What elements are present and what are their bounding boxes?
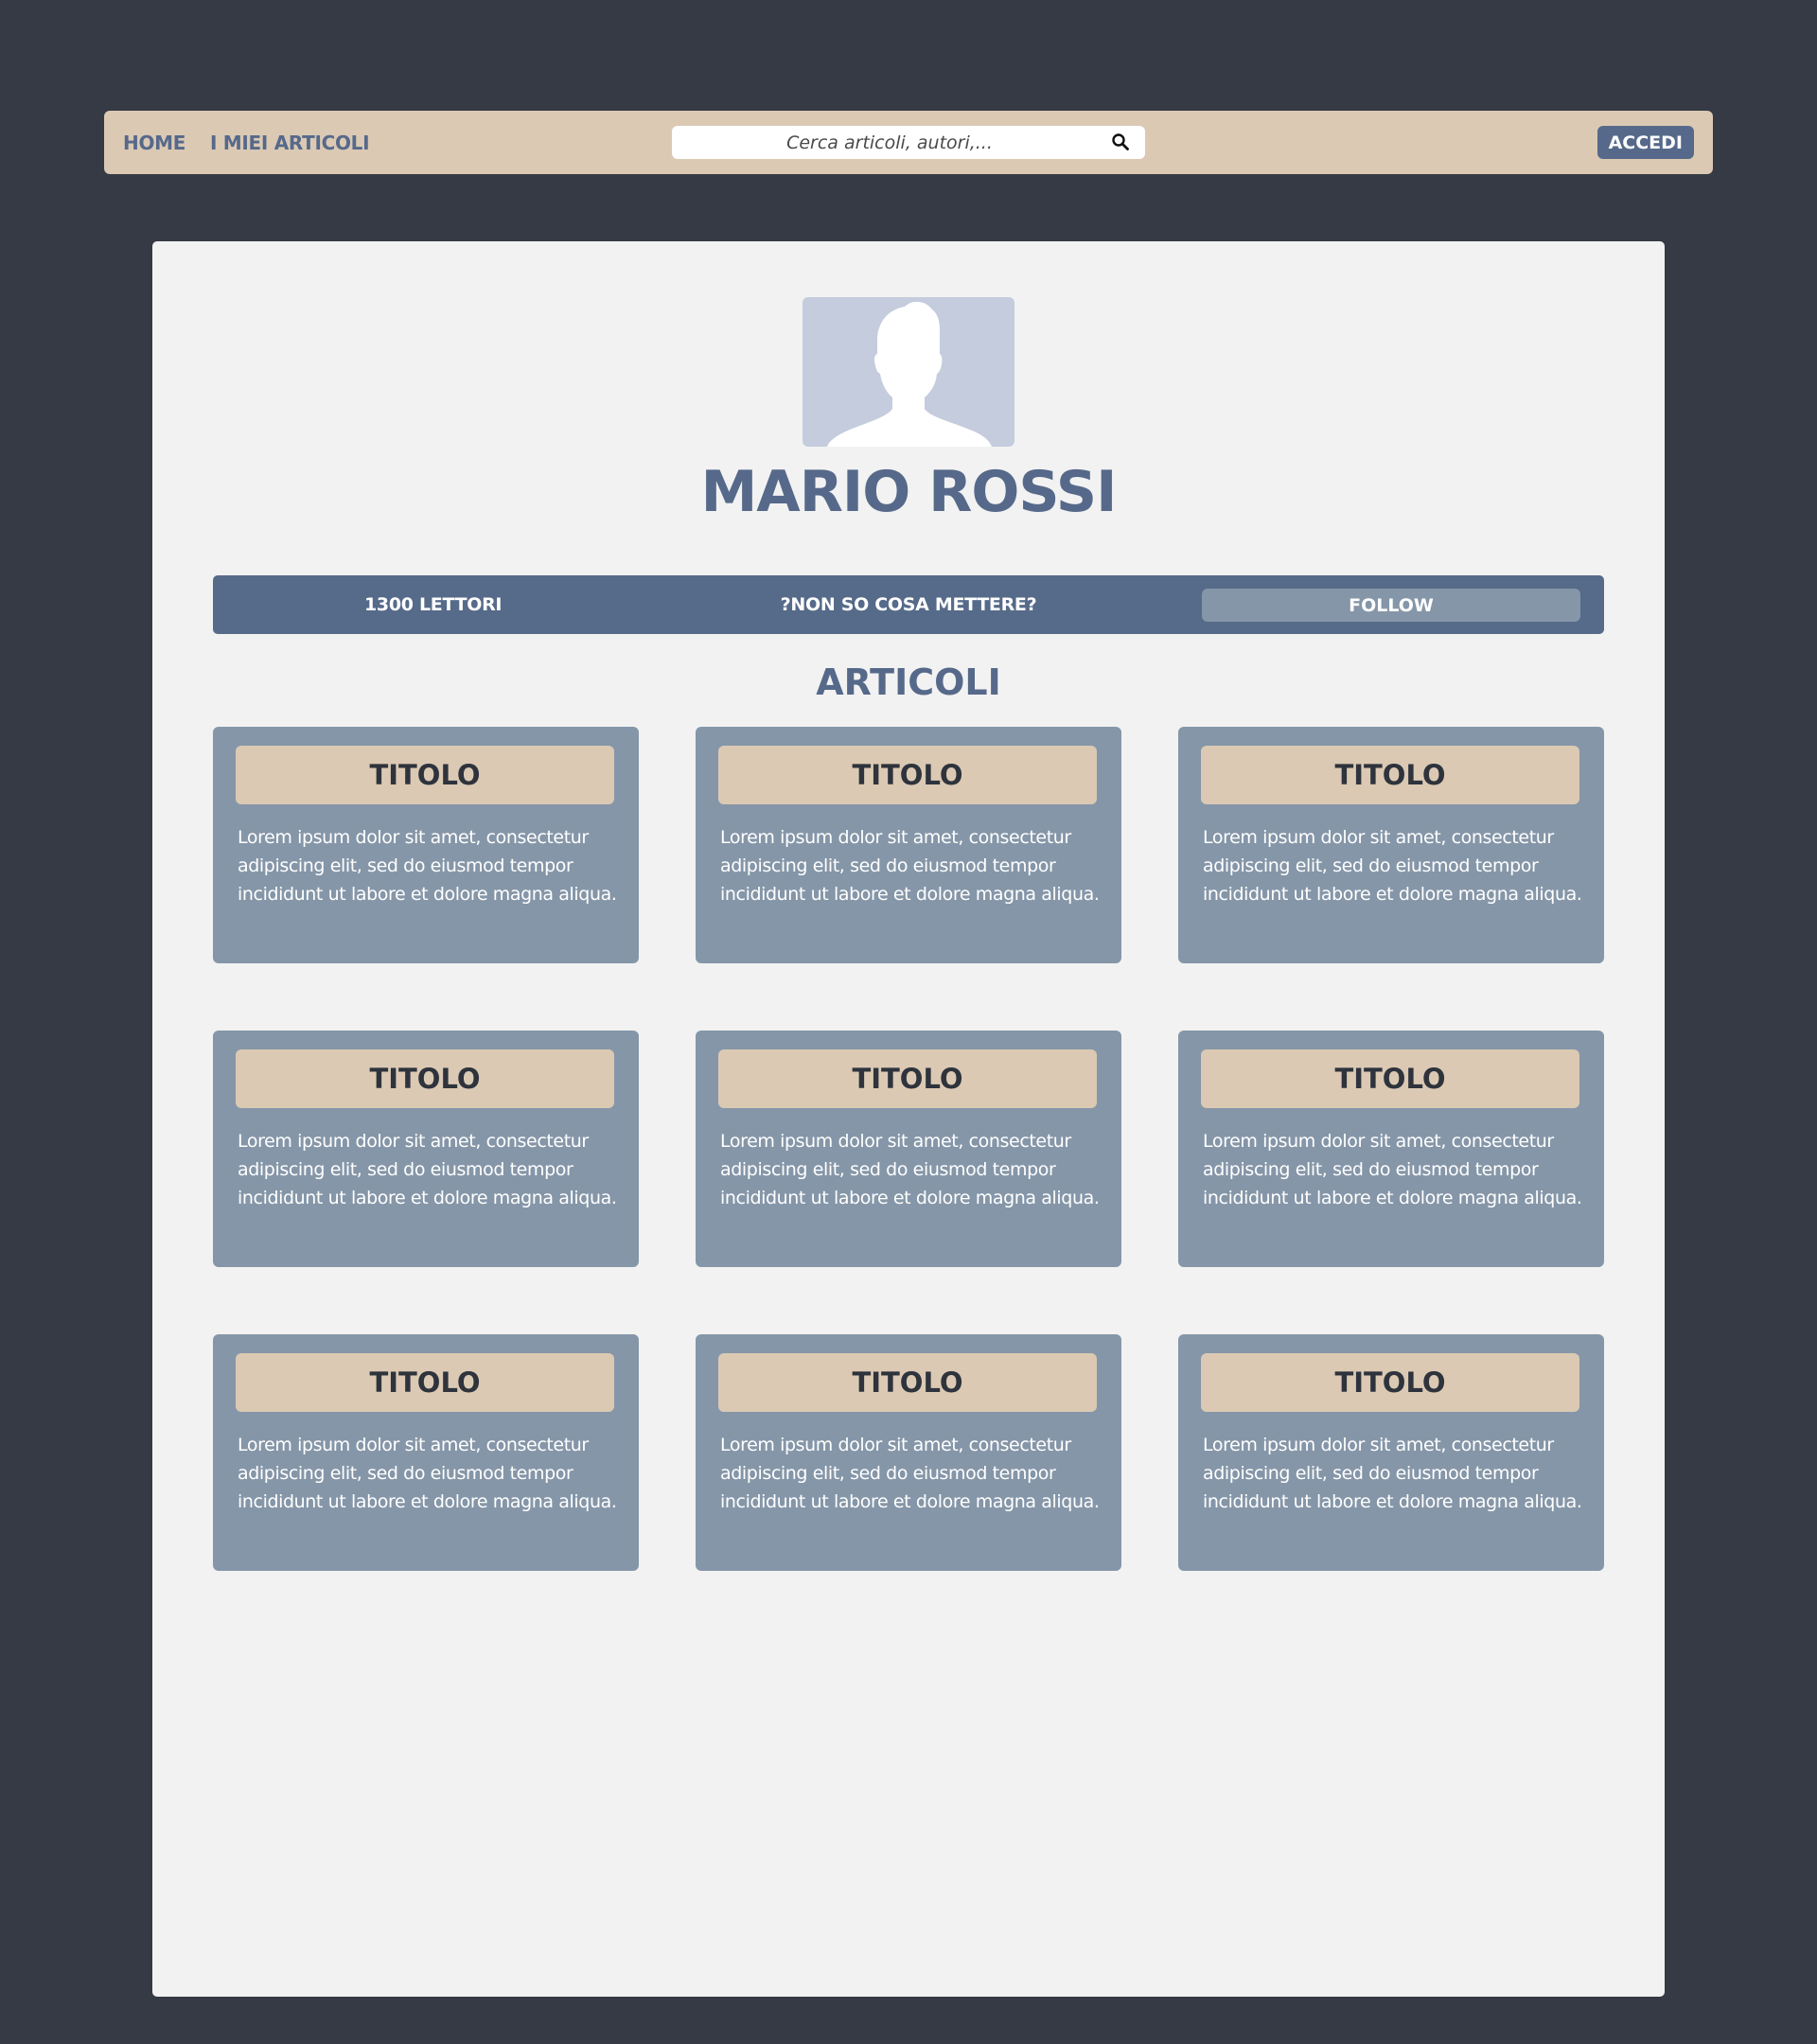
stats-bar: 1300 LETTORI ?NON SO COSA METTERE? FOLLO… [213,575,1604,634]
article-title: TITOLO [1201,746,1579,804]
article-excerpt: Lorem ipsum dolor sit amet, consectetur … [1203,1435,1582,1512]
article-excerpt: Lorem ipsum dolor sit amet, consectetur … [720,1131,1100,1208]
article-excerpt: Lorem ipsum dolor sit amet, consectetur … [1203,1131,1582,1208]
search-icon[interactable] [1111,132,1130,151]
article-card[interactable]: TITOLO Lorem ipsum dolor sit amet, conse… [1178,727,1604,963]
article-excerpt: Lorem ipsum dolor sit amet, consectetur … [720,1435,1100,1512]
article-card[interactable]: TITOLO Lorem ipsum dolor sit amet, conse… [213,1334,639,1571]
nav-home-link[interactable]: HOME [123,132,185,154]
article-title: TITOLO [1201,1049,1579,1108]
article-card[interactable]: TITOLO Lorem ipsum dolor sit amet, conse… [213,727,639,963]
avatar [803,297,1014,447]
article-card[interactable]: TITOLO Lorem ipsum dolor sit amet, conse… [1178,1031,1604,1267]
article-title: TITOLO [236,1049,614,1108]
article-title: TITOLO [718,746,1097,804]
article-excerpt: Lorem ipsum dolor sit amet, consectetur … [1203,827,1582,905]
search-bar [672,126,1145,159]
search-input[interactable] [672,126,1145,159]
article-card[interactable]: TITOLO Lorem ipsum dolor sit amet, conse… [213,1031,639,1267]
article-card[interactable]: TITOLO Lorem ipsum dolor sit amet, conse… [696,1334,1121,1571]
article-card[interactable]: TITOLO Lorem ipsum dolor sit amet, conse… [1178,1334,1604,1571]
article-card[interactable]: TITOLO Lorem ipsum dolor sit amet, conse… [696,1031,1121,1267]
article-title: TITOLO [718,1049,1097,1108]
profile-panel: MARIO ROSSI 1300 LETTORI ?NON SO COSA ME… [152,241,1665,1997]
follow-button[interactable]: FOLLOW [1202,589,1580,622]
articles-grid: TITOLO Lorem ipsum dolor sit amet, conse… [213,727,1604,1571]
article-excerpt: Lorem ipsum dolor sit amet, consectetur … [238,1131,617,1208]
article-excerpt: Lorem ipsum dolor sit amet, consectetur … [720,827,1100,905]
profile-name: MARIO ROSSI [700,459,1118,525]
article-card[interactable]: TITOLO Lorem ipsum dolor sit amet, conse… [696,727,1121,963]
user-silhouette-icon [827,301,992,447]
article-title: TITOLO [236,1353,614,1412]
article-excerpt: Lorem ipsum dolor sit amet, consectetur … [238,827,617,905]
article-excerpt: Lorem ipsum dolor sit amet, consectetur … [238,1435,617,1512]
navbar: HOME I MIEI ARTICOLI ACCEDI [104,111,1713,174]
articles-section-title: ARTICOLI [816,661,1001,703]
nav-my-articles-link[interactable]: I MIEI ARTICOLI [210,132,370,154]
article-title: TITOLO [718,1353,1097,1412]
article-title: TITOLO [1201,1353,1579,1412]
article-title: TITOLO [236,746,614,804]
login-button[interactable]: ACCEDI [1596,126,1694,159]
